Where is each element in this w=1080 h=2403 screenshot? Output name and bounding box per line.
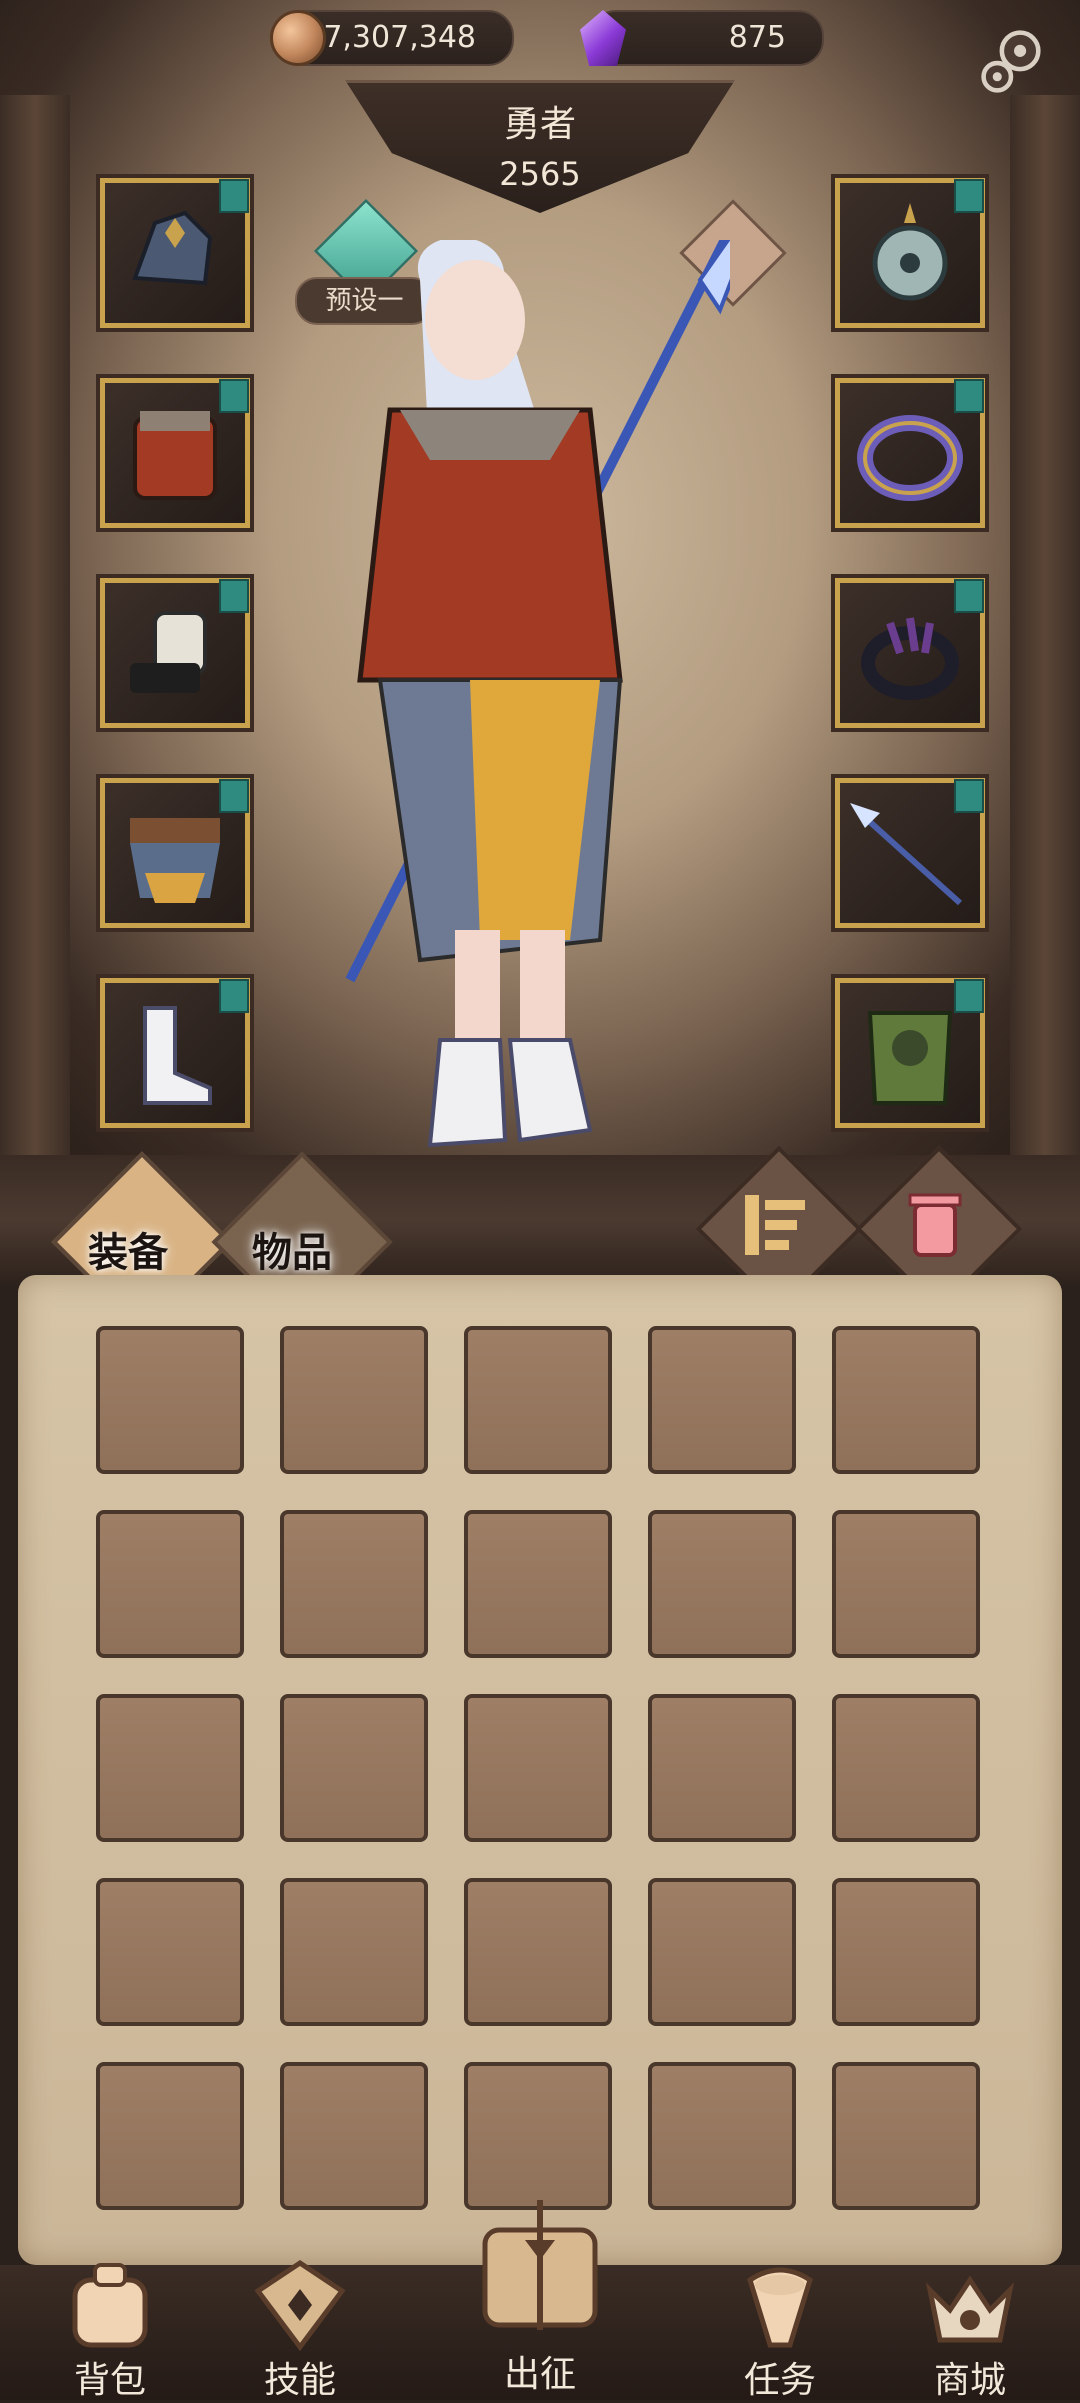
inventory-slot[interactable] [280, 1326, 428, 1474]
inventory-slot[interactable] [648, 1878, 796, 2026]
backpack-icon [72, 2263, 148, 2348]
inventory-slot[interactable] [464, 2062, 612, 2210]
inventory-slot[interactable] [832, 1694, 980, 1842]
cloak-icon [867, 1011, 953, 1105]
expedition-map-icon [482, 2200, 598, 2330]
tab-equipment-label: 装备 [88, 1230, 168, 1276]
claw-ring-icon [861, 617, 959, 700]
hero-name: 勇者 [503, 104, 576, 145]
helmet-icon [132, 210, 213, 286]
nav-expedition[interactable]: 出征 [445, 2190, 635, 2395]
nav-skills[interactable]: 技能 [205, 2255, 395, 2401]
inventory-slot[interactable] [96, 2062, 244, 2210]
slot-chest[interactable] [100, 378, 250, 528]
gem-counter: 875 [590, 10, 824, 66]
inventory-slot[interactable] [96, 1694, 244, 1842]
inventory-slot[interactable] [648, 1510, 796, 1658]
slot-claw-ring[interactable] [835, 578, 985, 728]
inventory-slot[interactable] [648, 1326, 796, 1474]
slot-ring[interactable] [835, 378, 985, 528]
right-wood-frame [1010, 95, 1080, 1155]
inventory-slot[interactable] [832, 1878, 980, 2026]
inventory-slot[interactable] [280, 1510, 428, 1658]
skill-book-icon [254, 2259, 346, 2352]
inventory-slot[interactable] [280, 2062, 428, 2210]
inventory-slot[interactable] [464, 1878, 612, 2026]
scroll-icon [747, 2267, 813, 2348]
nav-backpack[interactable]: 背包 [15, 2255, 205, 2401]
nav-quests[interactable]: 任务 [685, 2255, 875, 2401]
inventory-slot[interactable] [832, 1510, 980, 1658]
inventory-slot[interactable] [648, 1694, 796, 1842]
belt-icon [130, 818, 220, 903]
slot-amulet[interactable] [835, 178, 985, 328]
inventory-slot[interactable] [280, 1694, 428, 1842]
nav-shop[interactable]: 商城 [875, 2255, 1065, 2401]
nav-expedition-label: 出征 [503, 2354, 576, 2395]
gem-amount: 875 [728, 20, 786, 55]
nav-quests-label: 任务 [743, 2360, 816, 2401]
shop-crown-icon [925, 2275, 1015, 2343]
nav-shop-label: 商城 [933, 2360, 1006, 2401]
gear-icon[interactable] [976, 22, 1052, 98]
slot-helmet[interactable] [100, 178, 250, 328]
gold-amount: 7,307,348 [323, 20, 476, 55]
slot-spear[interactable] [835, 778, 985, 928]
nav-backpack-label: 背包 [73, 2360, 146, 2401]
spear-icon [850, 803, 963, 906]
inventory-slot[interactable] [280, 1878, 428, 2026]
inventory-slot[interactable] [96, 1878, 244, 2026]
left-wood-frame [0, 95, 70, 1155]
slot-boots[interactable] [100, 978, 250, 1128]
ring-icon [857, 415, 963, 501]
slot-belt[interactable] [100, 778, 250, 928]
inventory-slot[interactable] [648, 2062, 796, 2210]
inventory-slot[interactable] [464, 1510, 612, 1658]
tab-items-label: 物品 [252, 1230, 332, 1276]
coin-icon [270, 10, 326, 66]
amulet-icon [872, 203, 948, 301]
inventory-slot[interactable] [464, 1694, 612, 1842]
inventory-slot[interactable] [832, 2062, 980, 2210]
slot-gloves[interactable] [100, 578, 250, 728]
sort-icon [745, 1195, 805, 1255]
inventory-slot[interactable] [96, 1510, 244, 1658]
hero-character [345, 240, 730, 1148]
inventory-slot[interactable] [96, 1326, 244, 1474]
chest-armor-icon [133, 411, 217, 500]
slot-cloak[interactable] [835, 978, 985, 1128]
trash-icon [908, 1193, 962, 1257]
gloves-icon [130, 611, 207, 693]
nav-skills-label: 技能 [263, 2360, 336, 2401]
inventory-slot[interactable] [464, 1326, 612, 1474]
inventory-slot[interactable] [832, 1326, 980, 1474]
boots-icon [143, 1006, 212, 1105]
